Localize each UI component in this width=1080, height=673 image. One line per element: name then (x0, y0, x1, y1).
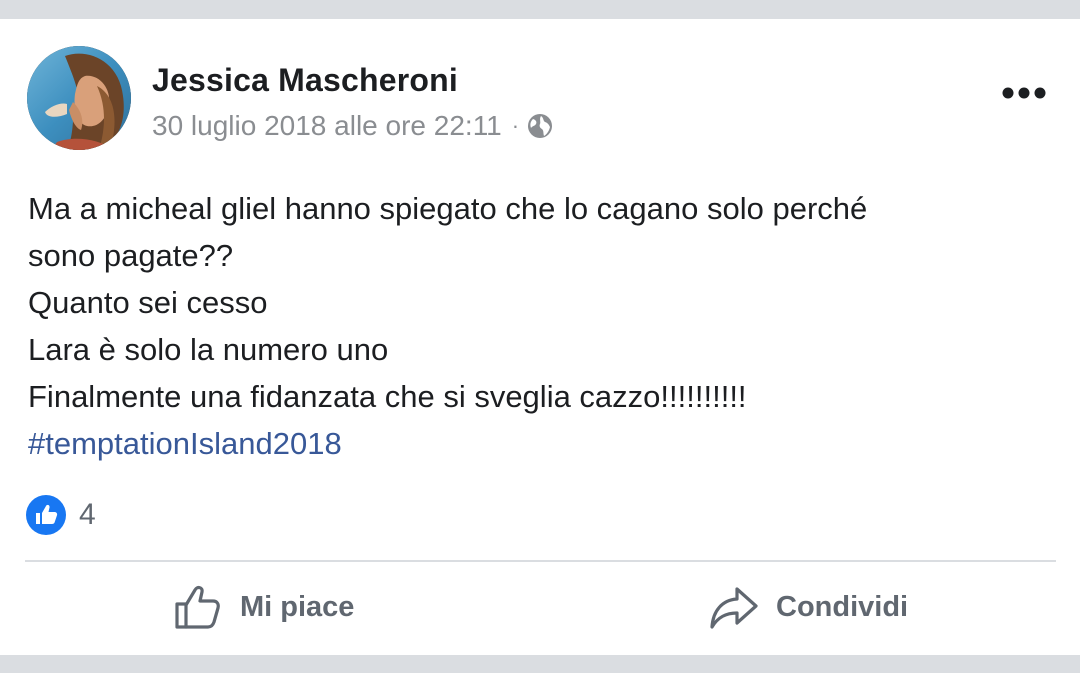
more-options-button[interactable] (998, 78, 1050, 108)
hashtag-link[interactable]: #temptationIsland2018 (28, 420, 1058, 467)
post-text-line: Ma a micheal gliel hanno spiegato che lo… (28, 191, 868, 226)
post-text-line: Lara è solo la numero uno (28, 332, 389, 367)
post-text-line: sono pagate?? (28, 238, 234, 273)
like-count: 4 (79, 498, 96, 531)
share-arrow-icon (710, 587, 758, 629)
like-reaction-icon (25, 494, 67, 536)
reactions-summary[interactable]: 4 (25, 493, 96, 537)
feed-separator-top (0, 0, 1080, 19)
post-text-line: Finalmente una fidanzata che si sveglia … (28, 379, 747, 414)
share-button[interactable]: Condividi (708, 578, 908, 636)
globe-icon (527, 113, 553, 139)
post-timestamp[interactable]: 30 luglio 2018 alle ore 22:11 (152, 110, 502, 142)
avatar[interactable] (27, 46, 131, 150)
post-text: Ma a micheal gliel hanno spiegato che lo… (28, 185, 1058, 467)
author-name[interactable]: Jessica Mascheroni (152, 62, 458, 99)
post-text-line: Quanto sei cesso (28, 285, 268, 320)
meta-separator: · (511, 113, 520, 138)
thumbs-up-icon (175, 585, 220, 629)
feed-separator-bottom (0, 655, 1080, 673)
actions-divider (25, 560, 1056, 562)
post-meta: 30 luglio 2018 alle ore 22:11 · (152, 108, 553, 144)
like-button[interactable]: Mi piace (172, 578, 354, 636)
more-dots-icon (1002, 87, 1046, 99)
share-button-label: Condividi (776, 590, 909, 623)
like-button-label: Mi piace (240, 590, 355, 623)
